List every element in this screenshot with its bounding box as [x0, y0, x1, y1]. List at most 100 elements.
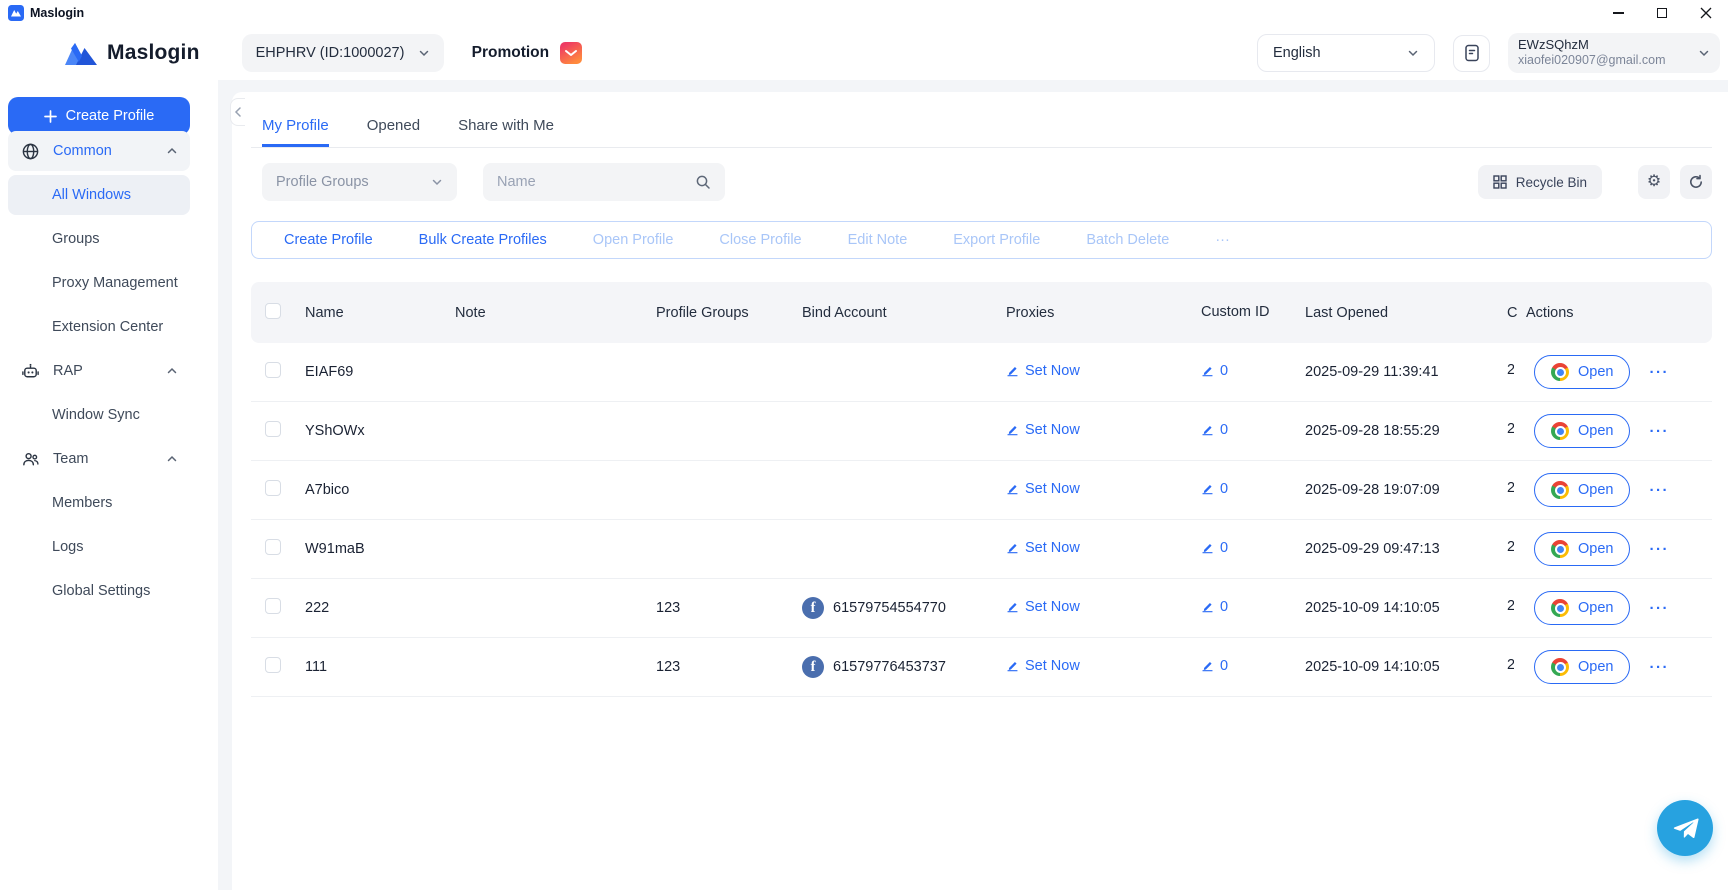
sidebar-section-team[interactable]: Team: [8, 439, 190, 479]
chevron-left-icon: [234, 107, 242, 117]
row-checkbox[interactable]: [265, 421, 281, 437]
workspace-selector[interactable]: EHPHRV (ID:1000027): [242, 34, 444, 72]
telegram-plane-icon: [1672, 815, 1699, 842]
titlebar: Maslogin: [0, 0, 1728, 26]
sidebar-item-window-sync[interactable]: Window Sync: [8, 395, 190, 435]
facebook-icon: f: [802, 656, 824, 678]
toolbar-action[interactable]: ···: [1215, 232, 1230, 248]
toolbar-action[interactable]: Edit Note: [848, 232, 908, 248]
toolbar-action[interactable]: Open Profile: [593, 232, 674, 248]
table-body: EIAF69 f Set Now 0 2025-09-29 11:39:41 2…: [251, 343, 1712, 697]
header-checkbox[interactable]: [265, 303, 281, 319]
custom-id-value: 0: [1220, 422, 1228, 438]
row-more-button[interactable]: ···: [1649, 600, 1669, 617]
set-now-link[interactable]: Set Now: [1006, 422, 1080, 438]
open-profile-button[interactable]: Open: [1534, 473, 1630, 507]
toolbar-action[interactable]: Export Profile: [953, 232, 1040, 248]
set-now-link[interactable]: Set Now: [1006, 481, 1080, 497]
sidebar-item-all-windows[interactable]: All Windows: [8, 175, 190, 215]
set-now-link[interactable]: Set Now: [1006, 599, 1080, 615]
tab-share-with-me[interactable]: Share with Me: [458, 117, 554, 147]
row-checkbox[interactable]: [265, 362, 281, 378]
sidebar-collapse-button[interactable]: [230, 98, 245, 126]
sidebar-item-extension-center[interactable]: Extension Center: [8, 307, 190, 347]
open-profile-button[interactable]: Open: [1534, 591, 1630, 625]
row-more-button[interactable]: ···: [1649, 541, 1669, 558]
tab-opened[interactable]: Opened: [367, 117, 420, 147]
chevron-down-icon: [431, 176, 443, 188]
maximize-button[interactable]: [1640, 0, 1684, 26]
set-now-link[interactable]: Set Now: [1006, 540, 1080, 556]
sidebar-item-members[interactable]: Members: [8, 483, 190, 523]
sidebar-item-logs[interactable]: Logs: [8, 527, 190, 567]
row-more-button[interactable]: ···: [1649, 423, 1669, 440]
close-button[interactable]: [1684, 0, 1728, 26]
row-checkbox[interactable]: [265, 657, 281, 673]
document-icon: [1464, 44, 1480, 62]
user-email: xiaofei020907@gmail.com: [1518, 53, 1666, 69]
chrome-icon: [1551, 363, 1569, 381]
sidebar-section-common[interactable]: Common: [8, 131, 190, 171]
set-now-link[interactable]: Set Now: [1006, 363, 1080, 379]
custom-id-link[interactable]: 0: [1201, 658, 1228, 674]
toolbar-action[interactable]: Batch Delete: [1086, 232, 1169, 248]
minimize-button[interactable]: [1596, 0, 1640, 26]
pencil-icon: [1006, 482, 1019, 495]
search-icon[interactable]: [695, 174, 711, 190]
table-row: 222 123 f 61579754554770 Set Now 0 2025-…: [251, 579, 1712, 638]
recycle-bin-label: Recycle Bin: [1516, 175, 1587, 190]
profile-groups-select[interactable]: Profile Groups: [262, 163, 457, 201]
sidebar-item-global-settings[interactable]: Global Settings: [8, 571, 190, 611]
custom-id-value: 0: [1220, 658, 1228, 674]
pencil-icon: [1201, 482, 1214, 495]
open-profile-button[interactable]: Open: [1534, 414, 1630, 448]
user-menu[interactable]: EWzSQhzM xiaofei020907@gmail.com: [1508, 33, 1720, 73]
open-label: Open: [1578, 600, 1613, 616]
custom-id-link[interactable]: 0: [1201, 540, 1228, 556]
open-profile-button[interactable]: Open: [1534, 650, 1630, 684]
recycle-bin-button[interactable]: Recycle Bin: [1478, 165, 1602, 199]
name-search-input[interactable]: [497, 174, 695, 190]
sidebar-section-rap[interactable]: RAP: [8, 351, 190, 391]
sidebar-item-proxy-management[interactable]: Proxy Management: [8, 263, 190, 303]
row-checkbox[interactable]: [265, 539, 281, 555]
custom-id-link[interactable]: 0: [1201, 599, 1228, 615]
window-title: Maslogin: [30, 6, 84, 20]
brand-logo: Maslogin: [64, 40, 200, 66]
row-more-button[interactable]: ···: [1649, 364, 1669, 381]
gear-icon: ⚙: [1647, 174, 1661, 190]
row-checkbox[interactable]: [265, 598, 281, 614]
table-row: W91maB f Set Now 0 2025-09-29 09:47:13 2…: [251, 520, 1712, 579]
bind-account-cell: f 61579776453737: [802, 656, 1006, 678]
toolbar-action[interactable]: Close Profile: [719, 232, 801, 248]
pencil-icon: [1201, 659, 1214, 672]
toolbar-action[interactable]: Bulk Create Profiles: [419, 232, 547, 248]
open-profile-button[interactable]: Open: [1534, 532, 1630, 566]
docs-button[interactable]: [1453, 35, 1490, 72]
custom-id-link[interactable]: 0: [1201, 422, 1228, 438]
create-profile-button[interactable]: Create Profile: [8, 97, 190, 135]
sidebar-item-groups[interactable]: Groups: [8, 219, 190, 259]
settings-button[interactable]: ⚙: [1638, 165, 1670, 199]
open-profile-button[interactable]: Open: [1534, 355, 1630, 389]
tab-my-profile[interactable]: My Profile: [262, 117, 329, 147]
promotion-link[interactable]: Promotion: [472, 42, 583, 64]
set-now-link[interactable]: Set Now: [1006, 658, 1080, 674]
custom-id-link[interactable]: 0: [1201, 481, 1228, 497]
proxies-cell: Set Now: [1006, 363, 1201, 382]
row-more-button[interactable]: ···: [1649, 659, 1669, 676]
column-header-last-opened: Last Opened: [1305, 305, 1507, 321]
refresh-button[interactable]: [1680, 165, 1712, 199]
telegram-button[interactable]: [1657, 800, 1713, 856]
column-header-name: Name: [305, 305, 455, 321]
pencil-icon: [1006, 600, 1019, 613]
custom-id-link[interactable]: 0: [1201, 363, 1228, 379]
row-more-button[interactable]: ···: [1649, 482, 1669, 499]
language-selector[interactable]: English: [1257, 34, 1435, 72]
minimize-icon: [1613, 12, 1624, 14]
bind-account-id: 61579754554770: [833, 600, 946, 616]
row-checkbox[interactable]: [265, 480, 281, 496]
pencil-icon: [1006, 364, 1019, 377]
globe-icon: [21, 142, 40, 161]
toolbar-action[interactable]: Create Profile: [284, 232, 373, 248]
